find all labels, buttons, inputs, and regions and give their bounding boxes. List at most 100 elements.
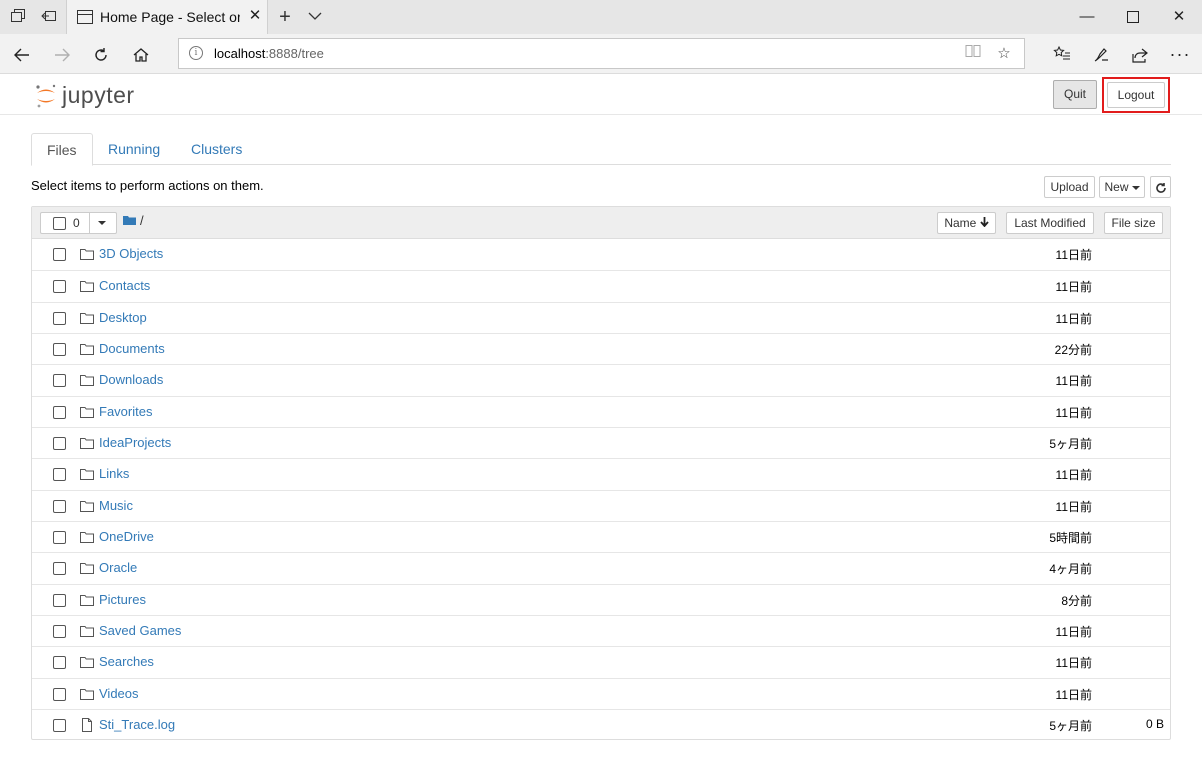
sort-last-modified-button[interactable]: Last Modified (1006, 212, 1094, 234)
upload-button[interactable]: Upload (1044, 176, 1095, 198)
tab-running[interactable]: Running (93, 133, 175, 165)
item-name-link[interactable]: Videos (99, 686, 139, 701)
sort-file-size-button[interactable]: File size (1104, 212, 1163, 234)
item-modified: 11日前 (1055, 248, 1092, 262)
file-list: 0 / Name Last Modified File size 3D Obje… (31, 206, 1171, 740)
list-item[interactable]: 3D Objects 11日前 (32, 239, 1170, 270)
tab-list-chevron-icon[interactable] (306, 8, 324, 26)
minimize-icon[interactable]: — (1064, 0, 1110, 34)
site-info-icon[interactable]: i (189, 46, 203, 60)
item-checkbox[interactable] (53, 499, 66, 513)
item-name-link[interactable]: Saved Games (99, 623, 181, 638)
url-text[interactable]: localhost:8888/tree (214, 46, 324, 61)
item-name-link[interactable]: 3D Objects (99, 246, 163, 261)
item-modified: 11日前 (1055, 280, 1092, 295)
new-tab-icon[interactable]: + (276, 7, 294, 27)
item-modified: 11日前 (1055, 311, 1092, 326)
item-checkbox[interactable] (53, 280, 66, 294)
item-modified: 5時間前 (1049, 530, 1092, 545)
address-bar[interactable]: i localhost:8888/tree ☆ (178, 38, 1025, 69)
jupyter-logo[interactable]: jupyter (35, 80, 155, 110)
item-name-link[interactable]: Links (99, 466, 129, 481)
list-item[interactable]: Links 11日前 (32, 458, 1170, 489)
item-checkbox[interactable] (53, 656, 66, 670)
list-item[interactable]: Documents 22分前 (32, 332, 1170, 364)
list-item[interactable]: Favorites 11日前 (32, 395, 1170, 427)
list-item[interactable]: IdeaProjects 5ヶ月前 (32, 426, 1170, 458)
item-checkbox[interactable] (53, 405, 66, 419)
list-item[interactable]: Pictures 8分前 (32, 583, 1170, 615)
item-name-link[interactable]: OneDrive (99, 529, 154, 544)
selected-count: 0 (73, 216, 80, 230)
list-item[interactable]: Oracle 4ヶ月前 (32, 552, 1170, 583)
share-icon[interactable] (1126, 40, 1154, 68)
tab-clusters[interactable]: Clusters (176, 133, 257, 165)
logout-button[interactable]: Logout (1107, 82, 1165, 108)
list-item[interactable]: Downloads 11日前 (32, 364, 1170, 395)
item-checkbox[interactable] (53, 342, 66, 356)
item-checkbox[interactable] (53, 687, 66, 701)
item-checkbox[interactable] (53, 374, 66, 388)
back-icon[interactable] (8, 40, 36, 68)
item-checkbox[interactable] (53, 311, 66, 325)
set-tabs-aside-icon[interactable] (40, 8, 58, 26)
refresh-icon[interactable] (87, 40, 115, 68)
item-checkbox[interactable] (53, 530, 66, 544)
list-item[interactable]: Contacts 11日前 (32, 270, 1170, 301)
list-item[interactable]: Desktop 11日前 (32, 301, 1170, 333)
item-checkbox[interactable] (53, 593, 66, 607)
breadcrumb-root[interactable]: / (140, 213, 144, 228)
item-checkbox[interactable] (53, 248, 66, 261)
close-window-icon[interactable]: ✕ (1156, 0, 1202, 34)
sort-name-label: Name (944, 216, 977, 230)
item-checkbox[interactable] (53, 562, 66, 576)
item-name-link[interactable]: Favorites (99, 404, 152, 419)
favorites-list-icon[interactable] (1048, 40, 1076, 68)
item-name-link[interactable]: Documents (99, 341, 165, 356)
refresh-list-button[interactable] (1150, 176, 1171, 198)
folder-breadcrumb-icon[interactable] (123, 215, 136, 225)
sort-name-button[interactable]: Name (937, 212, 996, 234)
item-checkbox[interactable] (53, 436, 66, 450)
quit-button[interactable]: Quit (1053, 80, 1097, 109)
list-item[interactable]: Saved Games 11日前 (32, 614, 1170, 646)
tab-manager-icon[interactable] (9, 8, 27, 26)
pen-notes-icon[interactable] (1087, 40, 1115, 68)
item-checkbox[interactable] (53, 468, 66, 482)
favorite-star-icon[interactable]: ☆ (993, 43, 1015, 65)
item-checkbox[interactable] (53, 624, 66, 638)
list-item[interactable]: Music 11日前 (32, 489, 1170, 521)
more-options-icon[interactable]: ··· (1166, 40, 1194, 68)
list-item[interactable]: Videos 11日前 (32, 677, 1170, 709)
item-name-link[interactable]: Music (99, 498, 133, 513)
item-name-link[interactable]: Oracle (99, 560, 137, 575)
select-all-checkbox[interactable] (53, 217, 66, 230)
new-button[interactable]: New (1099, 176, 1145, 198)
jupyter-logo-icon (36, 84, 56, 108)
item-name-link[interactable]: IdeaProjects (99, 435, 171, 450)
list-item[interactable]: OneDrive 5時間前 (32, 520, 1170, 552)
item-modified: 11日前 (1055, 624, 1092, 639)
reading-view-icon[interactable] (962, 43, 984, 65)
maximize-icon[interactable] (1110, 0, 1156, 34)
tab-files[interactable]: Files (31, 133, 93, 166)
list-item[interactable]: Searches 11日前 (32, 646, 1170, 677)
forward-icon[interactable] (48, 40, 76, 68)
home-icon[interactable] (127, 40, 155, 68)
logo-text: jupyter (62, 82, 135, 108)
item-name-link[interactable]: Sti_Trace.log (99, 717, 175, 732)
item-modified: 8分前 (1061, 593, 1092, 608)
item-name-link[interactable]: Contacts (99, 278, 150, 293)
browser-tab[interactable]: Home Page - Select or c ✕ (66, 0, 268, 34)
file-icon (82, 717, 92, 732)
item-name-link[interactable]: Downloads (99, 372, 163, 387)
list-item[interactable]: Sti_Trace.log 5ヶ月前 0 B (32, 708, 1170, 740)
item-name-link[interactable]: Desktop (99, 310, 147, 325)
item-checkbox[interactable] (53, 718, 66, 732)
item-name-link[interactable]: Searches (99, 654, 154, 669)
item-name-link[interactable]: Pictures (99, 592, 146, 607)
tab-close-icon[interactable]: ✕ (245, 6, 265, 26)
select-all-group[interactable]: 0 (40, 212, 117, 234)
selection-hint: Select items to perform actions on them. (31, 178, 264, 193)
select-menu-caret-icon[interactable] (98, 221, 106, 225)
